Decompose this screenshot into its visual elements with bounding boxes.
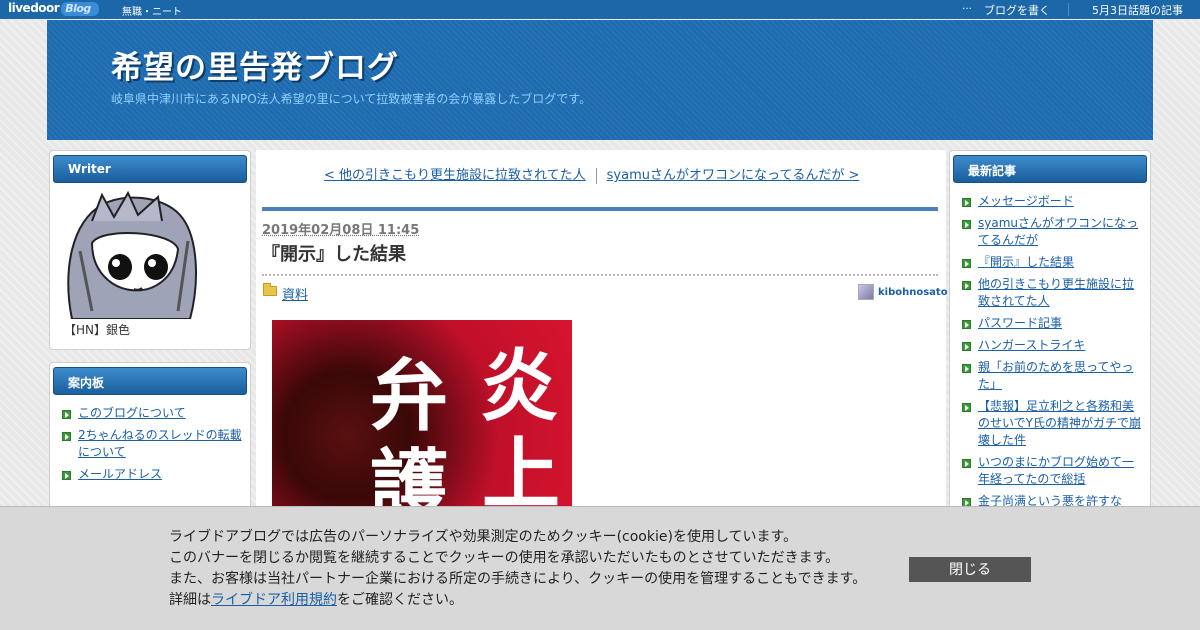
recent-post-link[interactable]: ハンガーストライキ [978,338,1085,352]
recent-post-item: メッセージボード [962,193,1142,210]
recent-post-item: 『開示』した結果 [962,254,1142,271]
book-cover-image[interactable]: 炎 上 弁 護 唐 [272,320,572,530]
blog-description: 岐阜県中津川市にあるNPO法人希望の里について拉致被害者の会が暴露したブログです… [111,92,592,106]
cookie-line: 詳細はライブドア利用規約をご確認ください。 [169,590,866,611]
writer-handle: 【HN】銀色 [64,323,131,337]
next-article-link[interactable]: syamuさんがオワコンになってるんだが > [607,168,860,183]
bullet-arrow-icon [62,432,71,441]
write-blog-link[interactable]: ブログを書く [984,2,1050,18]
bullet-arrow-icon [962,459,971,468]
recent-heading: 最新記事 [953,155,1147,183]
livedoor-blog-logo[interactable]: livedoor Blog [8,1,99,16]
recent-post-link[interactable]: メッセージボード [978,194,1074,208]
writer-avatar [67,191,197,319]
recent-posts-panel: 最新記事 メッセージボード syamuさんがオワコンになってるんだが 『開示』し… [949,150,1151,530]
recent-post-item: パスワード記事 [962,315,1142,332]
guide-link-about[interactable]: このブログについて [78,406,186,420]
cookie-line: ライブドアブログでは広告のパーソナライズや効果測定のためクッキー(cookie)… [169,529,798,545]
bullet-arrow-icon [962,220,971,229]
guide-item: 2ちゃんねるのスレッドの転載について [62,427,242,461]
folder-icon [263,283,277,296]
bullet-arrow-icon [62,410,71,419]
guide-panel: 案内板 このブログについて 2ちゃんねるのスレッドの転載について メールアドレス [49,362,251,522]
recent-post-item: いつのまにかブログ始めて一年経ってたので総括 [962,454,1142,488]
recent-post-link[interactable]: 親「お前のためを思ってやった」 [978,360,1133,391]
bullet-arrow-icon [962,281,971,290]
article-top-rule [262,207,938,211]
guide-item: このブログについて [62,405,242,422]
logo-text: livedoor [8,1,60,15]
recent-post-link[interactable]: いつのまにかブログ始めて一年経ってたので総括 [978,455,1134,486]
author-avatar[interactable] [858,284,874,300]
recent-post-link[interactable]: syamuさんがオワコンになってるんだが [978,216,1138,247]
recent-post-item: 他の引きこもり更生施設に拉致されてた人 [962,276,1142,310]
recent-post-item: ハンガーストライキ [962,337,1142,354]
cookie-line: このバナーを閉じるか閲覧を継続することでクッキーの使用を承認いただいたものとさせ… [169,550,840,566]
recent-post-item: 親「お前のためを思ってやった」 [962,359,1142,393]
guide-item: メールアドレス [62,466,242,483]
recent-post-link[interactable]: パスワード記事 [978,316,1062,330]
article-title[interactable]: 『開示』した結果 [262,240,406,266]
blog-title[interactable]: 希望の里告発ブログ [111,42,399,87]
main-content: < 他の引きこもり更生施設に拉致されてた人 syamuさんがオワコンになってるんだ… [256,150,948,530]
bullet-arrow-icon [962,259,971,268]
top-bar: livedoor Blog 無職・ニート … ブログを書く 5月3日話題の記事 [0,0,1200,19]
cookie-text: ライブドアブログでは広告のパーソナライズや効果測定のためクッキー(cookie)… [169,527,866,611]
pager-divider [595,167,597,184]
cookie-close-button[interactable]: 閉じる [909,557,1031,582]
bullet-arrow-icon [962,198,971,207]
terms-of-use-link[interactable]: ライブドア利用規約 [211,592,337,608]
writer-panel: Writer 【HN】銀色 [49,150,251,350]
cookie-details-prefix: 詳細は [169,592,211,608]
blog-header: 希望の里告発ブログ 岐阜県中津川市にあるNPO法人希望の里について拉致被害者の会… [47,20,1153,140]
recent-post-link[interactable]: 【悲報】足立利之と各務和美のせいでY氏の精神がガチで崩壊した件 [978,399,1141,447]
recent-post-link[interactable]: 『開示』した結果 [978,255,1074,269]
blog-category-link[interactable]: 無職・ニート [122,3,182,18]
author-name-link[interactable]: kibohnosato [878,287,948,298]
title-divider [262,274,938,276]
cookie-line: また、お客様は当社パートナー企業における所定の手続きにより、クッキーの使用を管理… [169,571,867,587]
guide-heading: 案内板 [53,367,247,395]
topbar-separator [1068,3,1069,16]
topbar-dots: … [962,1,972,12]
writer-heading: Writer [53,155,247,183]
bullet-arrow-icon [62,471,71,480]
bullet-arrow-icon [962,342,971,351]
guide-link-email[interactable]: メールアドレス [78,467,162,481]
prev-article-link[interactable]: < 他の引きこもり更生施設に拉致されてた人 [324,168,586,183]
cookie-banner: ライブドアブログでは広告のパーソナライズや効果測定のためクッキー(cookie)… [0,506,1200,630]
guide-list: このブログについて 2ちゃんねるのスレッドの転載について メールアドレス [50,395,250,483]
article-date[interactable]: 2019年02月08日 11:45 [262,219,419,238]
recent-post-link[interactable]: 他の引きこもり更生施設に拉致されてた人 [978,277,1134,308]
bullet-arrow-icon [962,364,971,373]
recent-post-item: syamuさんがオワコンになってるんだが [962,215,1142,249]
recent-posts-list: メッセージボード syamuさんがオワコンになってるんだが 『開示』した結果 他… [950,183,1150,510]
cookie-details-suffix: をご確認ください。 [337,592,463,608]
bullet-arrow-icon [962,403,971,412]
bullet-arrow-icon [962,320,971,329]
guide-link-thread-repost[interactable]: 2ちゃんねるのスレッドの転載について [78,428,242,459]
logo-blog-text: Blog [61,2,99,16]
topic-articles-link[interactable]: 5月3日話題の記事 [1092,2,1183,18]
article-pager: < 他の引きこもり更生施設に拉致されてた人 syamuさんがオワコンになってるんだ… [324,164,859,184]
recent-post-item: 【悲報】足立利之と各務和美のせいでY氏の精神がガチで崩壊した件 [962,398,1142,449]
article-category-link[interactable]: 資料 [282,284,308,303]
